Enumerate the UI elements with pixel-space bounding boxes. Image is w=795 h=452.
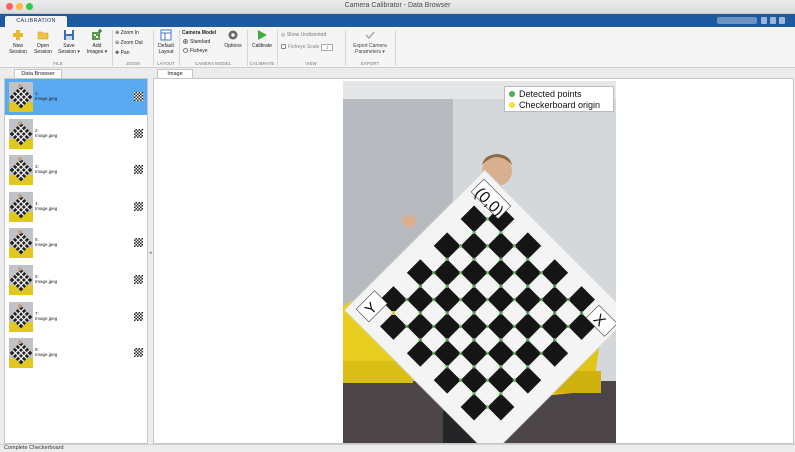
zoom-in-icon: ⊕ [115, 30, 120, 36]
search-documentation-field[interactable] [717, 17, 757, 24]
help-icon[interactable] [761, 17, 767, 24]
checkerboard-status-icon [134, 92, 143, 101]
yellow-dot-icon [509, 102, 515, 108]
pin-icon[interactable] [770, 17, 776, 24]
image-thumbnail [9, 118, 33, 149]
play-icon [258, 30, 267, 40]
expand-icon[interactable] [779, 17, 785, 24]
window-title: Camera Calibrator - Data Browser [344, 2, 451, 9]
splitter-handle[interactable]: ◂ [149, 250, 152, 258]
save-session-button[interactable]: Save Session ▾ [56, 29, 82, 55]
pan-button[interactable]: ✥ Pan [115, 50, 130, 56]
green-dot-icon [509, 91, 515, 97]
add-images-button[interactable]: Add Images ▾ [84, 29, 110, 55]
image-list-item[interactable]: 2: Image.jpeg [5, 116, 147, 152]
image-thumbnail [9, 82, 33, 112]
radio-selected-icon [183, 39, 188, 44]
fisheye-scale-spinner[interactable]: 1 [321, 44, 334, 51]
image-panel: (0,0) Y X Detected points Checkerboard o… [153, 78, 794, 444]
new-session-icon [13, 30, 23, 40]
calibration-image[interactable]: (0,0) Y X Detected points Checkerboard o… [343, 81, 616, 443]
save-icon [64, 30, 74, 40]
status-bar: Complete Checkerboard [0, 444, 795, 452]
image-filename: Image.jpeg [35, 279, 58, 284]
export-camera-parameters-button[interactable]: Export Camera Parameters ▾ [348, 29, 392, 55]
ribbon-separator [395, 30, 396, 66]
image-list-item[interactable]: 7: Image.jpeg [5, 299, 147, 335]
view-section-label: VIEW [305, 61, 317, 66]
camera-model-section-label: CAMERA MODEL [194, 61, 232, 66]
checkerboard-status-icon [134, 311, 143, 321]
zoom-section-label: ZOOM [126, 61, 140, 66]
image-thumbnail [9, 155, 33, 186]
export-section-label: EXPORT [360, 61, 380, 66]
image-thumbnail [9, 338, 33, 369]
layout-icon [160, 29, 172, 41]
zoom-out-icon: ⊖ [115, 40, 120, 46]
image-list-item[interactable]: 5: Image.jpeg [5, 225, 147, 261]
image-filename: Image.jpeg [35, 242, 58, 248]
show-undistorted-toggle[interactable]: ◎ Show Undistorted [281, 32, 326, 38]
gear-icon [228, 30, 238, 40]
image-filename: Image.jpeg [35, 352, 58, 358]
camera-model-heading: Camera Model [182, 30, 217, 36]
title-bar: Camera Calibrator - Data Browser [0, 0, 795, 14]
folder-open-icon [37, 31, 49, 40]
ribbon-tab-strip: CALIBRATION [0, 14, 795, 27]
options-button[interactable]: Options [222, 29, 244, 49]
legend-detected-points: Detected points [509, 89, 582, 99]
standard-radio[interactable]: Standard [183, 39, 210, 45]
checkerboard-status-icon [134, 348, 143, 358]
image-filename: Image.jpeg [35, 96, 58, 101]
data-browser-list[interactable]: 1: Image.jpeg 2: Image.jpeg 3: Image.jpeg 4: Im… [4, 78, 148, 444]
calibrate-button[interactable]: Calibrate [249, 29, 275, 49]
file-section-label: FILE [53, 61, 63, 66]
image-thumbnail [9, 265, 33, 295]
add-images-icon [92, 29, 102, 40]
fisheye-radio[interactable]: Fisheye [183, 48, 208, 54]
fisheye-scale-icon [281, 44, 286, 49]
tab-data-browser[interactable]: Data Browser [14, 69, 62, 78]
ribbon-separator [112, 30, 113, 66]
new-session-button[interactable]: New Session [6, 29, 30, 55]
checkerboard-status-icon [134, 201, 143, 211]
tab-image[interactable]: Image [157, 69, 193, 78]
toolstrip: New Session Open Session Save Session ▾ … [0, 27, 795, 68]
fisheye-scale-control[interactable]: Fisheye Scale 1 [281, 44, 334, 51]
image-thumbnail [9, 228, 33, 259]
default-layout-button[interactable]: Default Layout [155, 29, 177, 55]
radio-unselected-icon [183, 48, 188, 53]
checkerboard-status-icon [134, 165, 143, 175]
layout-section-label: LAYOUT [157, 61, 175, 66]
checkerboard-status-icon [134, 275, 143, 284]
calibrate-section-label: CALIBRATE [249, 61, 275, 66]
legend-checkerboard-origin: Checkerboard origin [509, 100, 600, 110]
image-filename: Image.jpeg [35, 132, 58, 138]
checkerboard-status-icon [134, 128, 143, 138]
image-filename: Image.jpeg [35, 315, 58, 321]
image-list-item[interactable]: 1: Image.jpeg [5, 79, 147, 115]
image-thumbnail [9, 191, 33, 222]
image-list-item[interactable]: 4: Image.jpeg [5, 189, 147, 225]
camera-calibrator-window: Camera Calibrator - Data Browser CALIBRA… [0, 0, 795, 452]
image-list-item[interactable]: 8: Image.jpeg [5, 335, 147, 371]
checkerboard-photo: (0,0) Y X [343, 81, 616, 443]
image-thumbnail [9, 301, 33, 332]
status-text: Complete Checkerboard [4, 445, 64, 451]
image-list-item[interactable]: 6: Image.jpeg [5, 262, 147, 298]
show-undistorted-icon: ◎ [281, 32, 286, 38]
image-filename: Image.jpeg [35, 205, 58, 211]
export-check-icon [365, 31, 375, 40]
zoom-out-button[interactable]: ⊖ Zoom Out [115, 40, 143, 46]
image-list-item[interactable]: 3: Image.jpeg [5, 152, 147, 188]
open-session-button[interactable]: Open Session [31, 29, 55, 55]
tab-calibration[interactable]: CALIBRATION [5, 16, 67, 27]
zoom-in-button[interactable]: ⊕ Zoom In [115, 30, 139, 36]
legend: Detected points Checkerboard origin [504, 86, 614, 112]
pan-icon: ✥ [115, 50, 120, 56]
checkerboard-status-icon [134, 238, 143, 248]
image-filename: Image.jpeg [35, 169, 58, 175]
